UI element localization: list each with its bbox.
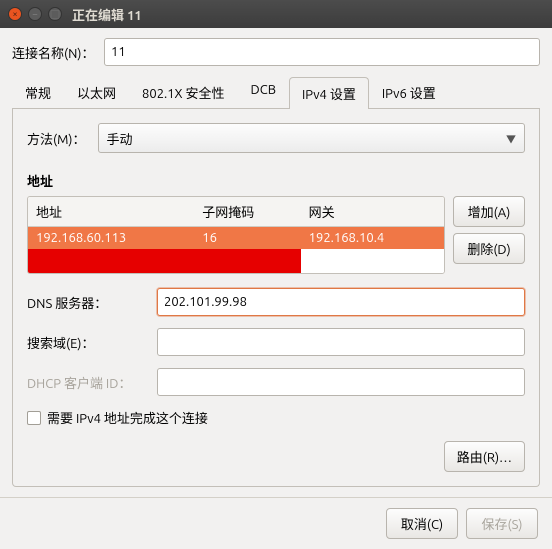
table-row-editing[interactable] [28,249,444,273]
dns-input[interactable] [157,288,525,316]
method-label: 方法(M)： [27,129,86,148]
window-titlebar: × – ▢ 正在编辑 11 [0,0,552,28]
tab-8021x[interactable]: 802.1X 安全性 [129,76,238,108]
save-button: 保存(S) [466,508,538,539]
col-address: 地址 [28,197,194,227]
tabs: 常规 以太网 802.1X 安全性 DCB IPv4 设置 IPv6 设置 [12,76,540,109]
routes-button[interactable]: 路由(R)… [444,441,525,472]
dialog-footer: 取消(C) 保存(S) [0,497,552,549]
col-netmask: 子网掩码 [194,197,300,227]
close-icon[interactable]: × [8,7,22,21]
window-title: 正在编辑 11 [72,5,142,24]
tab-dcb[interactable]: DCB [238,76,289,108]
chevron-down-icon: ▼ [506,131,516,146]
add-button[interactable]: 增加(A) [453,196,525,227]
connection-name-input[interactable] [104,38,540,66]
delete-button[interactable]: 删除(D) [453,233,525,264]
tab-ethernet[interactable]: 以太网 [64,76,129,108]
search-domain-input[interactable] [157,328,525,356]
dhcp-client-id-input [157,368,525,396]
window-controls: × – ▢ [8,7,62,21]
minimize-icon[interactable]: – [28,7,42,21]
tab-general[interactable]: 常规 [12,76,64,108]
dns-label: DNS 服务器： [27,293,157,312]
maximize-icon[interactable]: ▢ [48,7,62,21]
address-table[interactable]: 地址 子网掩码 网关 192.168.60.113 16 192.168.10.… [27,196,445,274]
col-gateway: 网关 [301,197,444,227]
require-ipv4-label: 需要 IPv4 地址完成这个连接 [47,408,208,427]
search-domain-label: 搜索域(E)： [27,333,157,352]
method-value: 手动 [107,129,133,148]
cancel-button[interactable]: 取消(C) [386,508,458,539]
dhcp-client-id-label: DHCP 客户端 ID： [27,373,157,392]
table-row[interactable]: 192.168.60.113 16 192.168.10.4 [28,227,444,250]
address-section-title: 地址 [27,171,525,190]
tab-ipv6[interactable]: IPv6 设置 [369,76,449,108]
tab-ipv4[interactable]: IPv4 设置 [289,77,369,109]
method-select[interactable]: 手动 ▼ [98,123,526,153]
require-ipv4-checkbox[interactable] [27,411,41,425]
connection-name-label: 连接名称(N)： [12,43,104,62]
tab-panel-ipv4: 方法(M)： 手动 ▼ 地址 地址 子网掩码 网关 [12,109,540,487]
